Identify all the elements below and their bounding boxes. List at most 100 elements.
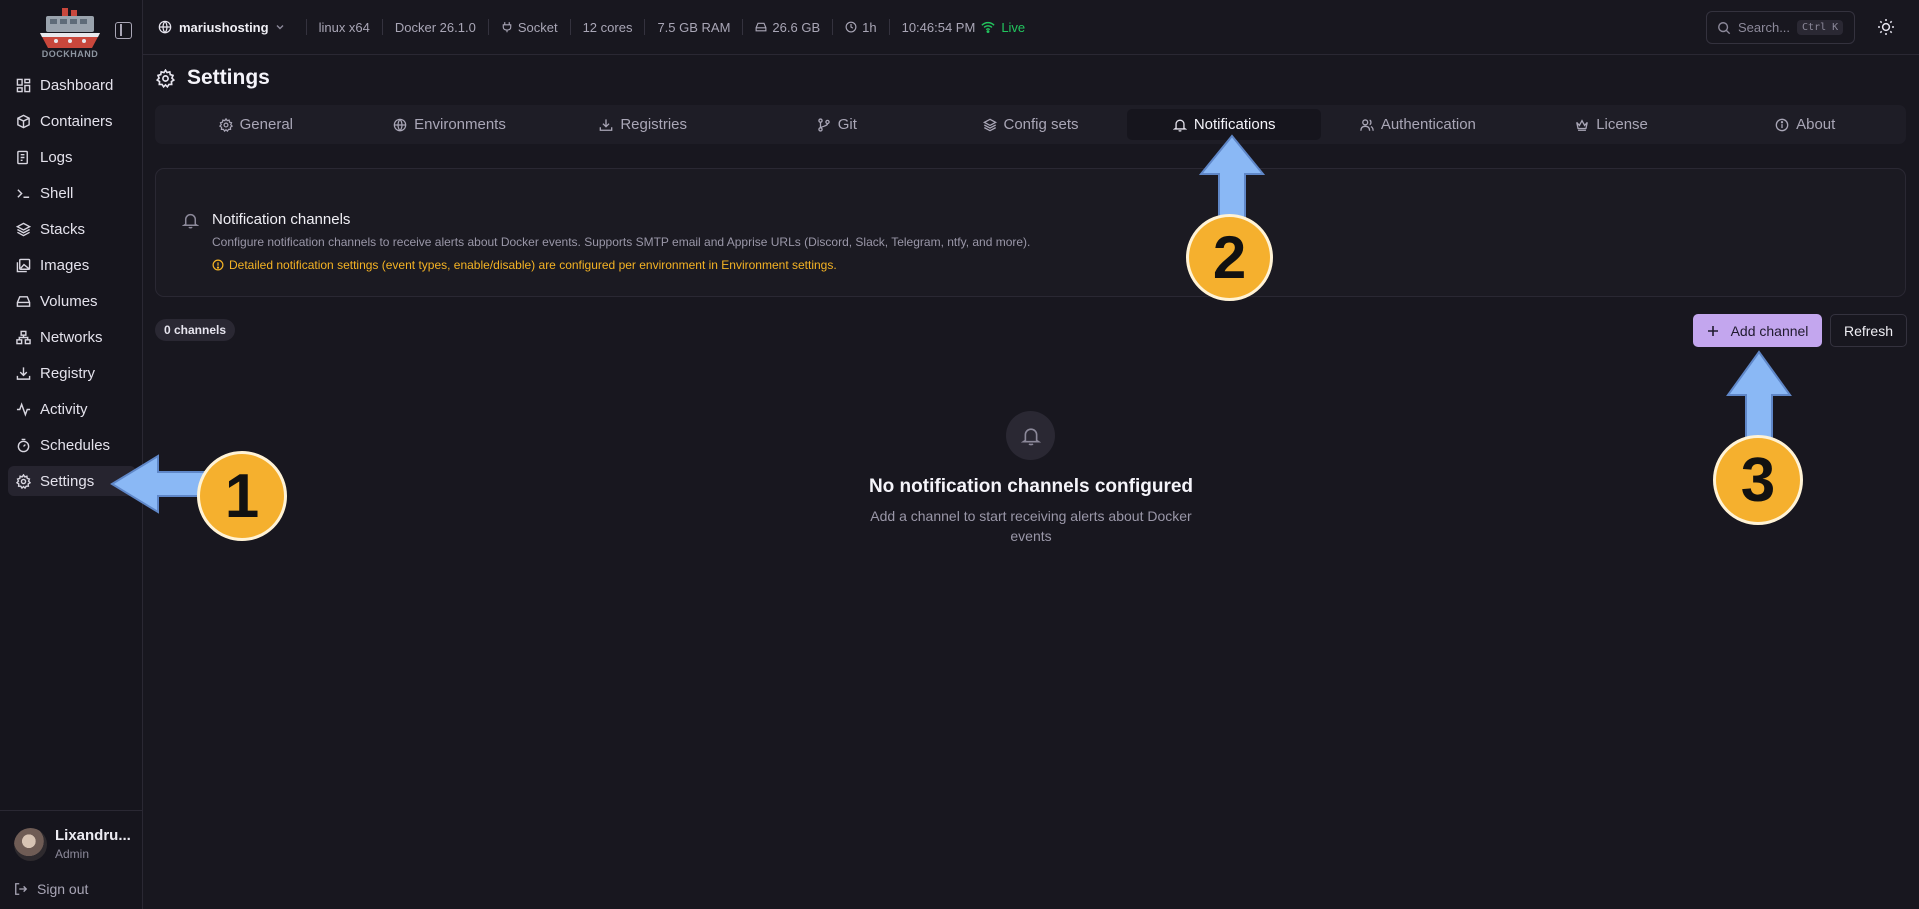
disk-value: 26.6 GB bbox=[772, 19, 821, 35]
sidebar-item-containers[interactable]: Containers bbox=[8, 106, 136, 136]
sidebar-item-label: Settings bbox=[40, 472, 95, 490]
sidebar-item-activity[interactable]: Activity bbox=[8, 394, 136, 424]
bell-icon bbox=[182, 213, 199, 229]
bell-icon bbox=[1172, 119, 1187, 132]
gear-icon bbox=[156, 68, 175, 88]
git-branch-icon bbox=[818, 117, 830, 132]
empty-state-description: Add a channel to start receiving alerts … bbox=[870, 508, 1192, 544]
layers-icon bbox=[16, 222, 31, 236]
refresh-button[interactable]: Refresh bbox=[1830, 314, 1907, 347]
download-icon bbox=[599, 118, 613, 131]
sidebar-item-shell[interactable]: Shell bbox=[8, 178, 136, 208]
annotation-number: 1 bbox=[224, 461, 260, 531]
sidebar-item-stacks[interactable]: Stacks bbox=[8, 214, 136, 244]
sidebar-item-label: Images bbox=[40, 256, 90, 274]
add-channel-label: Add channel bbox=[1730, 322, 1809, 339]
crown-icon bbox=[1576, 118, 1589, 131]
sidebar-item-label: Activity bbox=[40, 400, 88, 418]
activity-icon bbox=[16, 401, 31, 417]
network-icon bbox=[16, 330, 31, 344]
tab-registries[interactable]: Registries bbox=[546, 109, 740, 140]
tab-about[interactable]: About bbox=[1708, 109, 1902, 140]
sidebar-item-images[interactable]: Images bbox=[8, 250, 136, 280]
alert-circle-icon bbox=[212, 259, 224, 271]
search-placeholder: Search... bbox=[1738, 20, 1791, 35]
tab-label: About bbox=[1796, 116, 1836, 133]
annotation-arrow-up-icon bbox=[1726, 350, 1792, 439]
dockhand-logo[interactable]: DOCKHAND bbox=[38, 6, 102, 62]
sidebar-item-label: Registry bbox=[40, 364, 96, 382]
user-role: Admin bbox=[55, 847, 90, 861]
sign-out-button[interactable]: Sign out bbox=[14, 881, 88, 897]
sun-icon[interactable] bbox=[1877, 18, 1895, 36]
annotation-arrow-up-icon bbox=[1198, 134, 1266, 223]
hard-drive-icon bbox=[16, 295, 31, 307]
wifi-icon bbox=[981, 21, 995, 34]
tab-git[interactable]: Git bbox=[740, 109, 934, 140]
card-warning-text: Detailed notification settings (event ty… bbox=[229, 258, 837, 272]
sidebar-item-networks[interactable]: Networks bbox=[8, 322, 136, 352]
card-description: Configure notification channels to recei… bbox=[212, 235, 1031, 249]
search-shortcut: Ctrl K bbox=[1797, 20, 1844, 35]
environment-selector[interactable]: mariushosting bbox=[158, 20, 292, 35]
tab-general[interactable]: General bbox=[159, 109, 353, 140]
chevron-down-icon bbox=[276, 25, 284, 30]
live-status: Live bbox=[981, 20, 1025, 35]
plug-icon bbox=[502, 22, 512, 33]
logs-icon bbox=[17, 150, 28, 164]
logout-icon bbox=[15, 883, 28, 895]
tab-authentication[interactable]: Authentication bbox=[1321, 109, 1515, 140]
page-title: Settings bbox=[156, 66, 270, 90]
download-icon bbox=[16, 366, 31, 380]
users-icon bbox=[1360, 118, 1374, 131]
tab-label: Git bbox=[837, 116, 857, 133]
globe-icon bbox=[393, 118, 407, 132]
os-value: linux x64 bbox=[318, 19, 370, 35]
gear-icon bbox=[16, 473, 31, 489]
tab-config-sets[interactable]: Config sets bbox=[934, 109, 1128, 140]
card-warning: Detailed notification settings (event ty… bbox=[212, 258, 837, 272]
sign-out-label: Sign out bbox=[37, 881, 89, 897]
top-bar: mariushosting linux x64 Docker 26.1.0 So… bbox=[143, 0, 1919, 55]
sidebar-item-label: Schedules bbox=[40, 436, 111, 454]
sidebar-item-label: Shell bbox=[40, 184, 74, 202]
page-title-text: Settings bbox=[187, 66, 270, 89]
avatar[interactable] bbox=[14, 828, 47, 861]
add-channel-button[interactable]: Add channel bbox=[1693, 314, 1822, 347]
sidebar-collapse-icon[interactable] bbox=[115, 22, 132, 39]
search-input[interactable]: Search... Ctrl K bbox=[1706, 11, 1855, 44]
time-value: 10:46:54 PM bbox=[901, 19, 976, 35]
annotation-step-2: 2 bbox=[1186, 214, 1273, 301]
docker-version: Docker 26.1.0 bbox=[381, 19, 488, 35]
empty-state-title: No notification channels configured bbox=[868, 476, 1194, 497]
sidebar-nav: Dashboard Containers Logs Shell Stacks I… bbox=[8, 70, 136, 502]
connection-type: Socket bbox=[487, 19, 570, 35]
box-icon bbox=[17, 114, 30, 128]
sidebar-item-label: Volumes bbox=[40, 292, 98, 310]
annotation-step-3: 3 bbox=[1713, 435, 1803, 525]
tab-environments[interactable]: Environments bbox=[353, 109, 547, 140]
live-label: Live bbox=[1001, 19, 1026, 35]
ram-value: 7.5 GB RAM bbox=[657, 19, 731, 35]
grid-icon bbox=[16, 78, 31, 92]
timer-icon bbox=[17, 438, 30, 452]
clock-icon bbox=[845, 21, 857, 33]
cores-value: 12 cores bbox=[582, 19, 633, 35]
sidebar-item-registry[interactable]: Registry bbox=[8, 358, 136, 388]
annotation-number: 2 bbox=[1212, 224, 1247, 291]
uptime: 1h bbox=[832, 19, 888, 35]
annotation-number: 3 bbox=[1740, 445, 1776, 515]
connection-value: Socket bbox=[517, 19, 558, 35]
sidebar-item-dashboard[interactable]: Dashboard bbox=[8, 70, 136, 100]
user-panel: Lixandru... Admin Sign out bbox=[0, 810, 143, 909]
tab-license[interactable]: License bbox=[1515, 109, 1709, 140]
channel-count-badge: 0 channels bbox=[155, 319, 236, 341]
plus-icon bbox=[1707, 325, 1718, 336]
memory: 7.5 GB RAM bbox=[644, 19, 742, 35]
sidebar-item-logs[interactable]: Logs bbox=[8, 142, 136, 172]
uptime-value: 1h bbox=[862, 19, 877, 35]
sidebar-item-volumes[interactable]: Volumes bbox=[8, 286, 136, 316]
settings-tabs: General Environments Registries Git Conf… bbox=[155, 105, 1906, 144]
card-title: Notification channels bbox=[212, 211, 351, 228]
sidebar-item-label: Dashboard bbox=[40, 76, 114, 94]
